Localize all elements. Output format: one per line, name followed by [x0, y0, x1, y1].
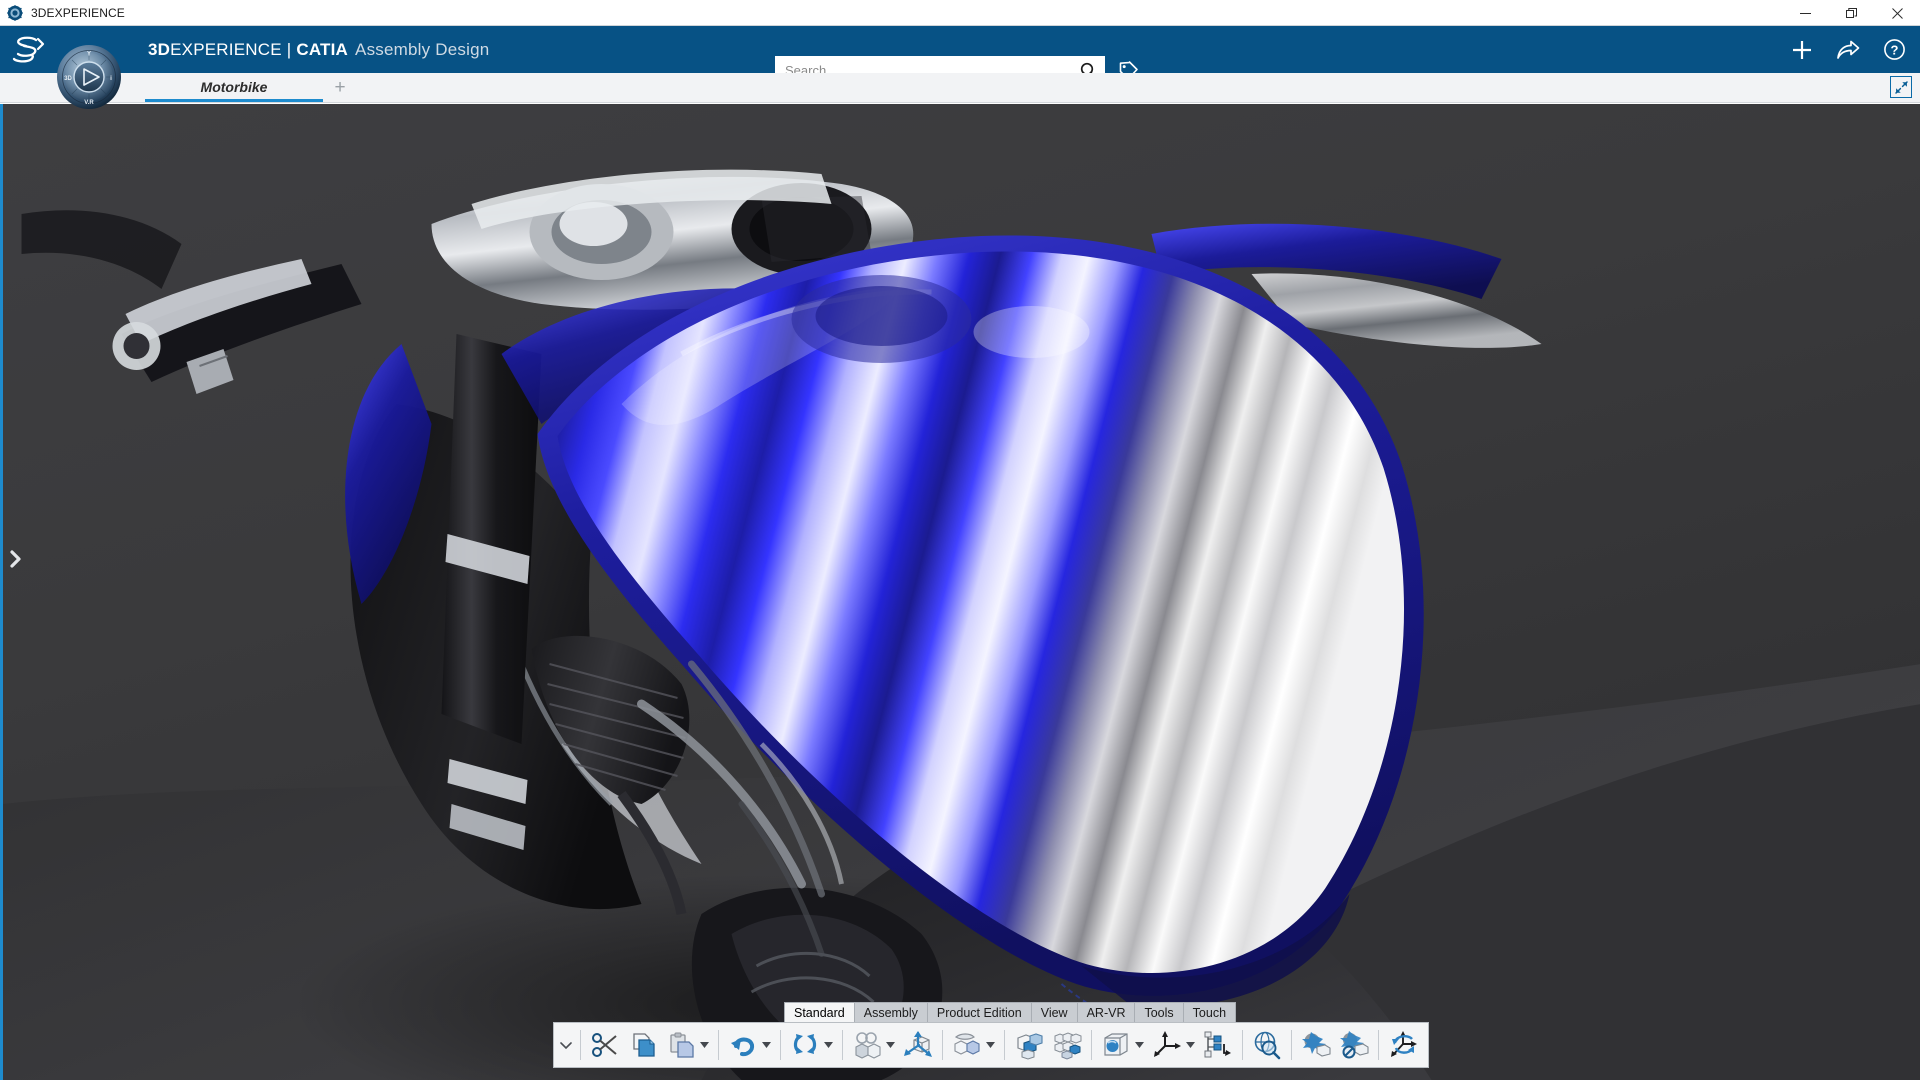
- 3dexperience-compass[interactable]: Y 3D i V.R: [56, 44, 122, 110]
- action-bar-tabs: Standard Assembly Product Edition View A…: [784, 1002, 1237, 1022]
- pattern-array-icon: [1050, 1028, 1084, 1062]
- link-components-icon: [850, 1028, 884, 1062]
- assembly-feature-button[interactable]: [1010, 1025, 1048, 1065]
- share-arrow-icon[interactable]: [1836, 38, 1860, 62]
- 3d-viewport[interactable]: Standard Assembly Product Edition View A…: [0, 104, 1920, 1080]
- svg-text:?: ?: [1890, 42, 1898, 57]
- toolbar-separator: [780, 1030, 781, 1060]
- paste-button[interactable]: [662, 1025, 713, 1065]
- manipulate-button[interactable]: [899, 1025, 937, 1065]
- action-tab-view[interactable]: View: [1030, 1002, 1078, 1022]
- compass-label-north: Y: [87, 52, 91, 58]
- app-title-3d: 3D: [148, 39, 171, 59]
- explode-button[interactable]: [1384, 1025, 1422, 1065]
- app-title-experience: EXPERIENCE: [170, 39, 282, 59]
- window-title-bar: 3DEXPERIENCE: [0, 0, 1920, 26]
- toolbar-separator: [1242, 1030, 1243, 1060]
- clash-button[interactable]: [1297, 1025, 1335, 1065]
- material-button[interactable]: [1097, 1025, 1148, 1065]
- 3dexperience-app-icon: [7, 4, 23, 21]
- copy-pages-icon: [626, 1028, 660, 1062]
- axis-system-dropdown-caret[interactable]: [1184, 1028, 1197, 1062]
- tree-reorder-button[interactable]: [1199, 1025, 1237, 1065]
- document-tab-bar: Motorbike +: [0, 73, 1920, 103]
- toolbar-separator: [1291, 1030, 1292, 1060]
- paste-dropdown-caret[interactable]: [698, 1028, 711, 1062]
- snap-dropdown-caret[interactable]: [984, 1028, 997, 1062]
- insert-component-button[interactable]: [848, 1025, 899, 1065]
- toolbar-separator: [718, 1030, 719, 1060]
- update-dropdown-caret[interactable]: [822, 1028, 835, 1062]
- clash-burst-icon: [1299, 1028, 1333, 1062]
- tab-label: Motorbike: [200, 79, 268, 95]
- close-button[interactable]: [1874, 0, 1920, 26]
- insert-component-dropdown-caret[interactable]: [884, 1028, 897, 1062]
- clash-disable-button[interactable]: [1335, 1025, 1373, 1065]
- refresh-cycle-icon: [788, 1028, 822, 1062]
- app-header: Y 3D i V.R 3DEXPERIENCE | CATIA Assembly De…: [0, 26, 1920, 109]
- snap-cubes-icon: [950, 1028, 984, 1062]
- chevron-down-icon[interactable]: [557, 1023, 575, 1067]
- compass-label-south: V.R: [84, 100, 94, 106]
- restore-button[interactable]: [1828, 0, 1874, 26]
- material-dropdown-caret[interactable]: [1133, 1028, 1146, 1062]
- app-title-separator: |: [286, 39, 292, 59]
- chevron-right-icon[interactable]: [7, 548, 23, 570]
- header-actions: ?: [1790, 26, 1906, 73]
- undo-button[interactable]: [724, 1025, 775, 1065]
- move-arrows-box-icon: [901, 1028, 935, 1062]
- material-sphere-icon: [1099, 1028, 1133, 1062]
- new-tab-button[interactable]: +: [323, 72, 357, 102]
- action-tab-product-edition[interactable]: Product Edition: [926, 1002, 1032, 1022]
- clash-disabled-icon: [1337, 1028, 1371, 1062]
- explode-axes-icon: [1386, 1028, 1420, 1062]
- action-tab-standard[interactable]: Standard: [784, 1002, 855, 1022]
- action-tab-assembly[interactable]: Assembly: [853, 1002, 928, 1022]
- question-circle-icon[interactable]: ?: [1882, 38, 1906, 62]
- motorbike-3d-render: [3, 104, 1920, 1080]
- tree-reorder-icon: [1201, 1028, 1235, 1062]
- action-bar-toolbar: [553, 1022, 1429, 1068]
- minimize-button[interactable]: [1782, 0, 1828, 26]
- undo-dropdown-caret[interactable]: [760, 1028, 773, 1062]
- app-title-brand: CATIA: [296, 39, 349, 59]
- clipboard-paste-icon: [664, 1028, 698, 1062]
- toolbar-separator: [1378, 1030, 1379, 1060]
- toolbar-separator: [842, 1030, 843, 1060]
- toolbar-separator: [1004, 1030, 1005, 1060]
- split-cubes-icon: [1012, 1028, 1046, 1062]
- toolbar-separator: [580, 1030, 581, 1060]
- axis-system-button[interactable]: [1148, 1025, 1199, 1065]
- window-controls: [1782, 0, 1920, 26]
- tab-motorbike[interactable]: Motorbike: [145, 72, 323, 102]
- add-button[interactable]: [1790, 38, 1814, 62]
- action-tab-touch[interactable]: Touch: [1182, 1002, 1237, 1022]
- app-title: 3DEXPERIENCE | CATIA Assembly Design: [148, 40, 489, 60]
- analyze-button[interactable]: [1248, 1025, 1286, 1065]
- undo-arrow-icon: [726, 1028, 760, 1062]
- cut-button[interactable]: [586, 1025, 624, 1065]
- copy-button[interactable]: [624, 1025, 662, 1065]
- toolbar-separator: [1091, 1030, 1092, 1060]
- action-bar: Standard Assembly Product Edition View A…: [553, 1002, 1429, 1068]
- snap-button[interactable]: [948, 1025, 999, 1065]
- dassault-systemes-logo[interactable]: [0, 26, 58, 73]
- update-button[interactable]: [786, 1025, 837, 1065]
- compass-label-west: 3D: [64, 76, 72, 82]
- toolbar-separator: [942, 1030, 943, 1060]
- compass-label-east: i: [110, 75, 112, 82]
- app-title-appname: Assembly Design: [355, 39, 490, 59]
- axis-system-icon: [1150, 1028, 1184, 1062]
- collapse-arrows-icon[interactable]: [1890, 76, 1912, 98]
- action-tab-ar-vr[interactable]: AR-VR: [1076, 1002, 1136, 1022]
- globe-magnifier-icon: [1250, 1028, 1284, 1062]
- action-tab-tools[interactable]: Tools: [1134, 1002, 1184, 1022]
- pattern-button[interactable]: [1048, 1025, 1086, 1065]
- scissors-icon: [588, 1028, 622, 1062]
- window-title-text: 3DEXPERIENCE: [31, 5, 125, 20]
